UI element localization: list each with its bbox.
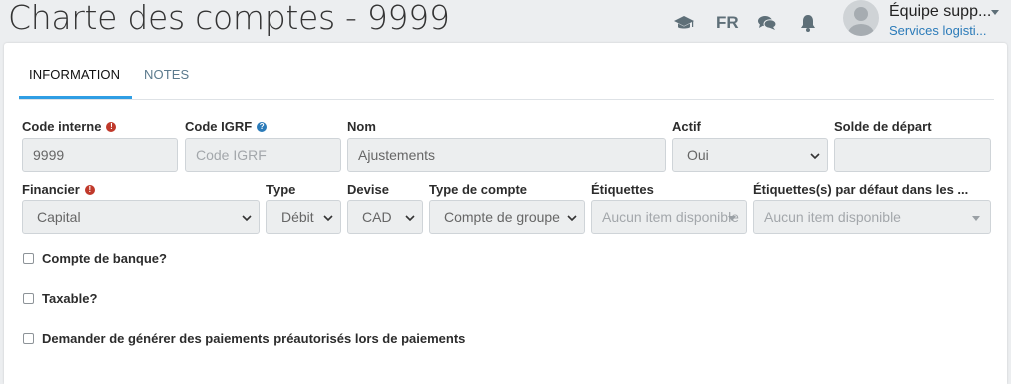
type-label: Type bbox=[266, 182, 296, 197]
page-title: Charte des comptes - 9999 bbox=[8, 0, 450, 37]
language-selector[interactable]: FR bbox=[716, 13, 739, 33]
graduation-cap-icon[interactable] bbox=[672, 13, 696, 33]
compte-banque-label[interactable]: Compte de banque? bbox=[42, 251, 167, 266]
comments-icon[interactable] bbox=[756, 13, 778, 33]
paiements-preautorises-checkbox-row[interactable]: Demander de générer des paiements préaut… bbox=[23, 331, 465, 346]
user-name[interactable]: Équipe supp... bbox=[889, 3, 991, 21]
code-interne-label: Code interne! bbox=[22, 119, 117, 134]
avatar[interactable] bbox=[843, 0, 879, 36]
chevron-down-icon bbox=[405, 215, 415, 222]
tab-information[interactable]: INFORMATION bbox=[29, 67, 120, 82]
code-igrf-field[interactable]: Code IGRF bbox=[185, 138, 341, 172]
nom-field[interactable]: Ajustements bbox=[347, 138, 666, 172]
paiements-preautorises-checkbox[interactable] bbox=[23, 333, 34, 344]
taxable-checkbox-row[interactable]: Taxable? bbox=[23, 291, 97, 306]
etiquettes-defaut-label: Étiquettes(s) par défaut dans les ... bbox=[753, 182, 969, 197]
nom-label: Nom bbox=[347, 119, 376, 134]
etiquettes-label: Étiquettes bbox=[591, 182, 654, 197]
compte-banque-checkbox-row[interactable]: Compte de banque? bbox=[23, 251, 167, 266]
chevron-down-icon bbox=[323, 215, 333, 222]
financier-select[interactable]: Capital bbox=[22, 200, 260, 234]
chevron-down-icon[interactable] bbox=[991, 10, 999, 15]
tabs-divider bbox=[19, 99, 994, 100]
active-tab-indicator bbox=[19, 96, 132, 99]
bell-icon[interactable] bbox=[798, 13, 818, 33]
actif-label: Actif bbox=[672, 119, 701, 134]
type-select[interactable]: Débit bbox=[266, 200, 341, 234]
actif-select[interactable]: Oui bbox=[672, 138, 828, 172]
chevron-down-icon bbox=[810, 153, 820, 160]
etiquettes-select[interactable]: Aucun item disponible bbox=[591, 200, 747, 234]
tab-notes[interactable]: NOTES bbox=[144, 67, 189, 82]
code-igrf-label: Code IGRF? bbox=[185, 119, 268, 134]
chevron-down-icon bbox=[242, 215, 252, 222]
user-organization[interactable]: Services logisti... bbox=[889, 23, 987, 38]
taxable-checkbox[interactable] bbox=[23, 293, 34, 304]
caret-down-icon bbox=[972, 216, 980, 221]
devise-label: Devise bbox=[347, 182, 389, 197]
required-icon: ! bbox=[106, 122, 117, 132]
paiements-preautorises-label[interactable]: Demander de générer des paiements préaut… bbox=[42, 331, 465, 346]
code-interne-field[interactable]: 9999 bbox=[22, 138, 178, 172]
required-icon: ! bbox=[84, 185, 95, 195]
solde-depart-label: Solde de départ bbox=[834, 119, 932, 134]
compte-banque-checkbox[interactable] bbox=[23, 253, 34, 264]
taxable-label[interactable]: Taxable? bbox=[42, 291, 97, 306]
solde-depart-field[interactable] bbox=[834, 138, 991, 172]
caret-down-icon bbox=[728, 216, 736, 221]
type-compte-select[interactable]: Compte de groupe bbox=[429, 200, 585, 234]
devise-select[interactable]: CAD bbox=[347, 200, 423, 234]
chevron-down-icon bbox=[567, 215, 577, 222]
type-compte-label: Type de compte bbox=[429, 182, 528, 197]
etiquettes-defaut-select[interactable]: Aucun item disponible bbox=[753, 200, 991, 234]
financier-label: Financier! bbox=[22, 182, 95, 197]
help-icon[interactable]: ? bbox=[257, 122, 268, 132]
